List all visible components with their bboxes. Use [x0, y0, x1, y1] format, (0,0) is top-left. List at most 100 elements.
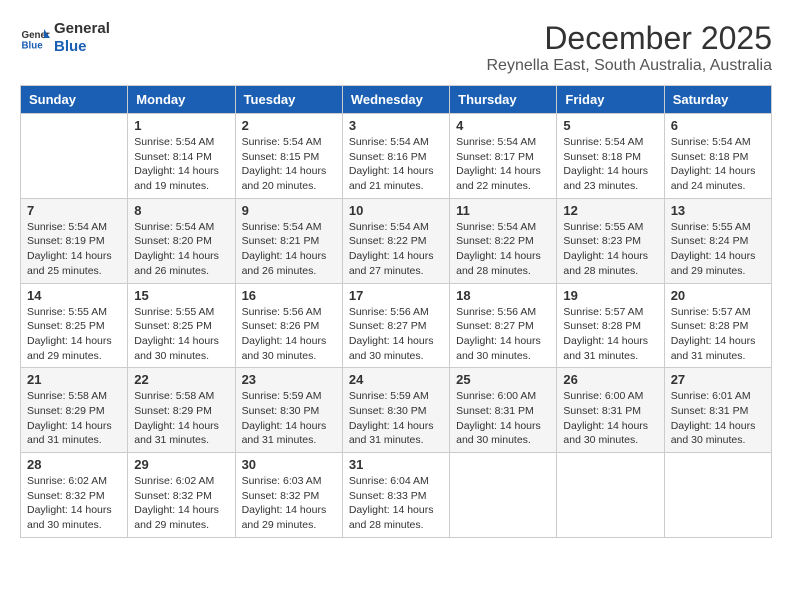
day-number: 18 [456, 288, 550, 303]
day-number: 10 [349, 203, 443, 218]
calendar-cell: 10 Sunrise: 5:54 AM Sunset: 8:22 PM Dayli… [342, 198, 449, 283]
calendar-week-row: 1 Sunrise: 5:54 AM Sunset: 8:14 PM Daylig… [21, 114, 772, 199]
column-header-thursday: Thursday [450, 86, 557, 114]
calendar-header-row: SundayMondayTuesdayWednesdayThursdayFrid… [21, 86, 772, 114]
calendar-cell: 8 Sunrise: 5:54 AM Sunset: 8:20 PM Daylig… [128, 198, 235, 283]
day-info: Sunrise: 5:59 AM Sunset: 8:30 PM Dayligh… [242, 389, 336, 448]
calendar-cell: 20 Sunrise: 5:57 AM Sunset: 8:28 PM Dayli… [664, 283, 771, 368]
day-info: Sunrise: 5:56 AM Sunset: 8:27 PM Dayligh… [349, 305, 443, 364]
day-number: 26 [563, 372, 657, 387]
calendar-table: SundayMondayTuesdayWednesdayThursdayFrid… [20, 85, 772, 538]
day-number: 16 [242, 288, 336, 303]
calendar-cell: 1 Sunrise: 5:54 AM Sunset: 8:14 PM Daylig… [128, 114, 235, 199]
day-number: 8 [134, 203, 228, 218]
day-number: 11 [456, 203, 550, 218]
day-info: Sunrise: 5:55 AM Sunset: 8:25 PM Dayligh… [27, 305, 121, 364]
day-number: 12 [563, 203, 657, 218]
day-number: 9 [242, 203, 336, 218]
calendar-cell: 4Sunrise: 5:54 AM Sunset: 8:17 PM Daylig… [450, 114, 557, 199]
calendar-subtitle: Reynella East, South Australia, Australi… [487, 57, 773, 75]
day-number: 14 [27, 288, 121, 303]
logo-general: General [54, 20, 110, 38]
calendar-cell: 11 Sunrise: 5:54 AM Sunset: 8:22 PM Dayli… [450, 198, 557, 283]
calendar-cell: 6Sunrise: 5:54 AM Sunset: 8:18 PM Daylig… [664, 114, 771, 199]
calendar-cell: 28Sunrise: 6:02 AM Sunset: 8:32 PM Dayli… [21, 453, 128, 538]
calendar-cell: 16Sunrise: 5:56 AM Sunset: 8:26 PM Dayli… [235, 283, 342, 368]
calendar-cell: 24 Sunrise: 5:59 AM Sunset: 8:30 PM Dayli… [342, 368, 449, 453]
day-info: Sunrise: 5:59 AM Sunset: 8:30 PM Dayligh… [349, 389, 443, 448]
day-number: 4 [456, 118, 550, 133]
day-info: Sunrise: 6:02 AM Sunset: 8:32 PM Dayligh… [134, 474, 228, 533]
logo-blue: Blue [54, 38, 110, 56]
day-info: Sunrise: 5:54 AM Sunset: 8:16 PM Dayligh… [349, 135, 443, 194]
calendar-cell: 14 Sunrise: 5:55 AM Sunset: 8:25 PM Dayli… [21, 283, 128, 368]
day-info: Sunrise: 5:55 AM Sunset: 8:25 PM Dayligh… [134, 305, 228, 364]
calendar-cell: 26 Sunrise: 6:00 AM Sunset: 8:31 PM Dayli… [557, 368, 664, 453]
day-info: Sunrise: 5:58 AM Sunset: 8:29 PM Dayligh… [27, 389, 121, 448]
day-info: Sunrise: 5:54 AM Sunset: 8:14 PM Dayligh… [134, 135, 228, 194]
day-number: 31 [349, 457, 443, 472]
day-number: 1 [134, 118, 228, 133]
calendar-week-row: 28 Sunrise: 6:02 AM Sunset: 8:32 PM Dayli… [21, 453, 772, 538]
calendar-cell: 19 Sunrise: 5:57 AM Sunset: 8:28 PM Dayli… [557, 283, 664, 368]
day-info: Sunrise: 5:55 AM Sunset: 8:23 PM Dayligh… [563, 220, 657, 279]
calendar-cell: 29 Sunrise: 6:02 AM Sunset: 8:32 PM Dayli… [128, 453, 235, 538]
day-info: Sunrise: 5:58 AM Sunset: 8:29 PM Dayligh… [134, 389, 228, 448]
day-info: Sunrise: 5:57 AM Sunset: 8:28 PM Dayligh… [563, 305, 657, 364]
day-number: 20 [671, 288, 765, 303]
column-header-wednesday: Wednesday [342, 86, 449, 114]
day-info: Sunrise: 5:54 AM Sunset: 8:15 PM Dayligh… [242, 135, 336, 194]
calendar-cell: 25 Sunrise: 6:00 AM Sunset: 8:31 PM Dayli… [450, 368, 557, 453]
logo: General Blue General Blue [20, 20, 110, 56]
day-number: 17 [349, 288, 443, 303]
day-number: 19 [563, 288, 657, 303]
logo-icon: General Blue [20, 23, 50, 53]
day-info: Sunrise: 5:54 AM Sunset: 8:22 PM Dayligh… [349, 220, 443, 279]
day-number: 2 [242, 118, 336, 133]
calendar-cell: 15 Sunrise: 5:55 AM Sunset: 8:25 PM Dayli… [128, 283, 235, 368]
day-info: Sunrise: 6:04 AM Sunset: 8:33 PM Dayligh… [349, 474, 443, 533]
day-number: 27 [671, 372, 765, 387]
day-number: 15 [134, 288, 228, 303]
calendar-cell [21, 114, 128, 199]
day-info: Sunrise: 5:54 AM Sunset: 8:21 PM Dayligh… [242, 220, 336, 279]
calendar-cell: 22Sunrise: 5:58 AM Sunset: 8:29 PM Dayli… [128, 368, 235, 453]
calendar-cell [450, 453, 557, 538]
column-header-sunday: Sunday [21, 86, 128, 114]
column-header-friday: Friday [557, 86, 664, 114]
day-info: Sunrise: 6:01 AM Sunset: 8:31 PM Dayligh… [671, 389, 765, 448]
day-number: 24 [349, 372, 443, 387]
day-number: 23 [242, 372, 336, 387]
calendar-cell: 30Sunrise: 6:03 AM Sunset: 8:32 PM Dayli… [235, 453, 342, 538]
title-block: December 2025 Reynella East, South Austr… [487, 20, 773, 75]
calendar-week-row: 14 Sunrise: 5:55 AM Sunset: 8:25 PM Dayli… [21, 283, 772, 368]
column-header-tuesday: Tuesday [235, 86, 342, 114]
calendar-cell: 31 Sunrise: 6:04 AM Sunset: 8:33 PM Dayli… [342, 453, 449, 538]
day-number: 30 [242, 457, 336, 472]
calendar-cell: 21 Sunrise: 5:58 AM Sunset: 8:29 PM Dayli… [21, 368, 128, 453]
column-header-monday: Monday [128, 86, 235, 114]
day-number: 25 [456, 372, 550, 387]
day-info: Sunrise: 5:54 AM Sunset: 8:20 PM Dayligh… [134, 220, 228, 279]
day-info: Sunrise: 6:00 AM Sunset: 8:31 PM Dayligh… [456, 389, 550, 448]
calendar-week-row: 21 Sunrise: 5:58 AM Sunset: 8:29 PM Dayli… [21, 368, 772, 453]
day-number: 28 [27, 457, 121, 472]
day-info: Sunrise: 5:54 AM Sunset: 8:19 PM Dayligh… [27, 220, 121, 279]
day-number: 13 [671, 203, 765, 218]
day-info: Sunrise: 5:54 AM Sunset: 8:22 PM Dayligh… [456, 220, 550, 279]
day-info: Sunrise: 5:57 AM Sunset: 8:28 PM Dayligh… [671, 305, 765, 364]
calendar-cell: 13 Sunrise: 5:55 AM Sunset: 8:24 PM Dayli… [664, 198, 771, 283]
day-number: 6 [671, 118, 765, 133]
day-info: Sunrise: 5:56 AM Sunset: 8:27 PM Dayligh… [456, 305, 550, 364]
day-number: 7 [27, 203, 121, 218]
calendar-cell: 23 Sunrise: 5:59 AM Sunset: 8:30 PM Dayli… [235, 368, 342, 453]
day-info: Sunrise: 5:54 AM Sunset: 8:18 PM Dayligh… [563, 135, 657, 194]
calendar-cell: 2 Sunrise: 5:54 AM Sunset: 8:15 PM Daylig… [235, 114, 342, 199]
day-number: 21 [27, 372, 121, 387]
calendar-cell: 27 Sunrise: 6:01 AM Sunset: 8:31 PM Dayli… [664, 368, 771, 453]
day-number: 29 [134, 457, 228, 472]
calendar-cell: 18 Sunrise: 5:56 AM Sunset: 8:27 PM Dayli… [450, 283, 557, 368]
day-info: Sunrise: 6:00 AM Sunset: 8:31 PM Dayligh… [563, 389, 657, 448]
calendar-week-row: 7 Sunrise: 5:54 AM Sunset: 8:19 PM Daylig… [21, 198, 772, 283]
day-info: Sunrise: 5:55 AM Sunset: 8:24 PM Dayligh… [671, 220, 765, 279]
